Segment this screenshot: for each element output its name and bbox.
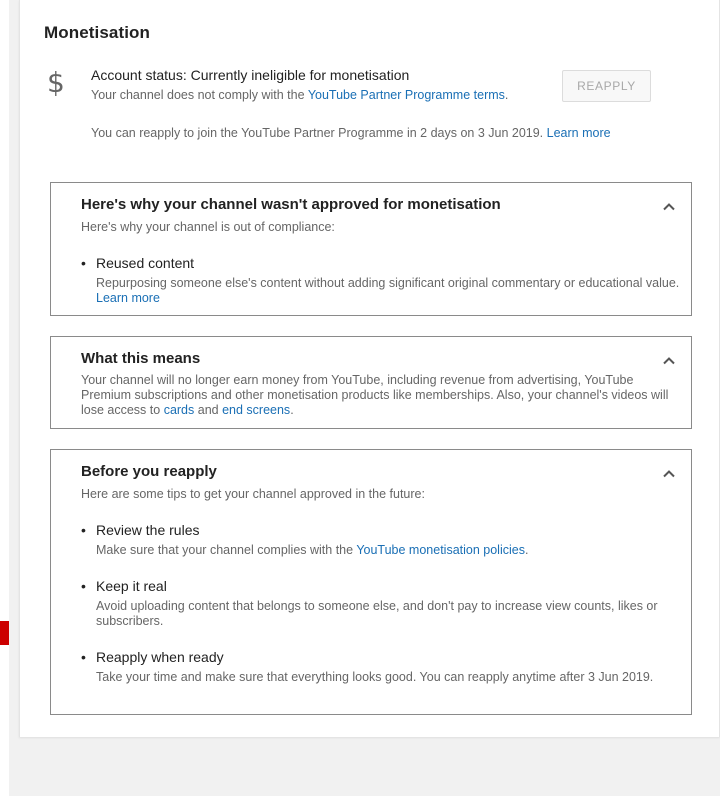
chevron-up-icon[interactable] (661, 199, 677, 215)
means-section-title: What this means (81, 350, 201, 367)
bullet-reused-content: Reused content (81, 255, 194, 271)
why-not-approved-section: Here's why your channel wasn't approved … (50, 182, 692, 316)
means-end: . (290, 403, 294, 417)
tip-keep-it-real-desc: Avoid uploading content that belongs to … (96, 599, 658, 628)
before-section-title: Before you reapply (81, 463, 217, 480)
reapply-learn-more-link[interactable]: Learn more (547, 126, 611, 140)
what-this-means-section: What this means Your channel will no lon… (50, 336, 692, 429)
comply-text-end: . (504, 88, 509, 102)
account-status: Account status: Currently ineligible for… (91, 67, 410, 83)
dollar-icon: $ (47, 66, 65, 99)
tip-keep-it-real: Keep it real (81, 578, 167, 594)
reused-content-desc-text: Repurposing someone else's content witho… (96, 276, 680, 290)
reapply-info-text: You can reapply to join the YouTube Part… (91, 126, 547, 140)
before-section-subtitle: Here are some tips to get your channel a… (81, 487, 425, 501)
comply-text: Your channel does not comply with the Yo… (91, 88, 508, 102)
partner-terms-link[interactable]: YouTube Partner Programme terms (308, 88, 505, 102)
means-text: Your channel will no longer earn money f… (81, 373, 681, 418)
tip-review-rules-desc: Make sure that your channel complies wit… (96, 543, 681, 558)
means-and: and (194, 403, 223, 417)
tip-review-rules: Review the rules (81, 522, 200, 538)
chevron-up-icon[interactable] (661, 353, 677, 369)
tip-reapply-when-ready-desc: Take your time and make sure that everyt… (96, 670, 654, 684)
reapply-button[interactable]: REAPPLY (562, 70, 651, 102)
why-section-title: Here's why your channel wasn't approved … (81, 196, 501, 213)
tip-reapply-when-ready: Reapply when ready (81, 649, 224, 665)
tip-review-rules-text: Make sure that your channel complies wit… (96, 543, 357, 557)
before-reapply-section: Before you reapply Here are some tips to… (50, 449, 692, 715)
tip-review-rules-end: . (524, 543, 529, 557)
end-screens-link[interactable]: end screens (222, 403, 290, 417)
chevron-up-icon[interactable] (661, 466, 677, 482)
monetisation-card: Monetisation $ Account status: Currently… (19, 0, 720, 737)
comply-text-start: Your channel does not comply with the (91, 88, 308, 102)
reapply-info: You can reapply to join the YouTube Part… (91, 126, 611, 140)
why-section-subtitle: Here's why your channel is out of compli… (81, 220, 335, 234)
reused-learn-more-link[interactable]: Learn more (96, 291, 160, 305)
page-title: Monetisation (44, 23, 151, 42)
monetisation-policies-link[interactable]: YouTube monetisation policies (356, 543, 525, 557)
reused-content-desc: Repurposing someone else's content witho… (96, 276, 681, 306)
left-sidebar-edge (0, 0, 9, 796)
cards-link[interactable]: cards (164, 403, 195, 417)
sidebar-active-indicator (0, 621, 9, 645)
